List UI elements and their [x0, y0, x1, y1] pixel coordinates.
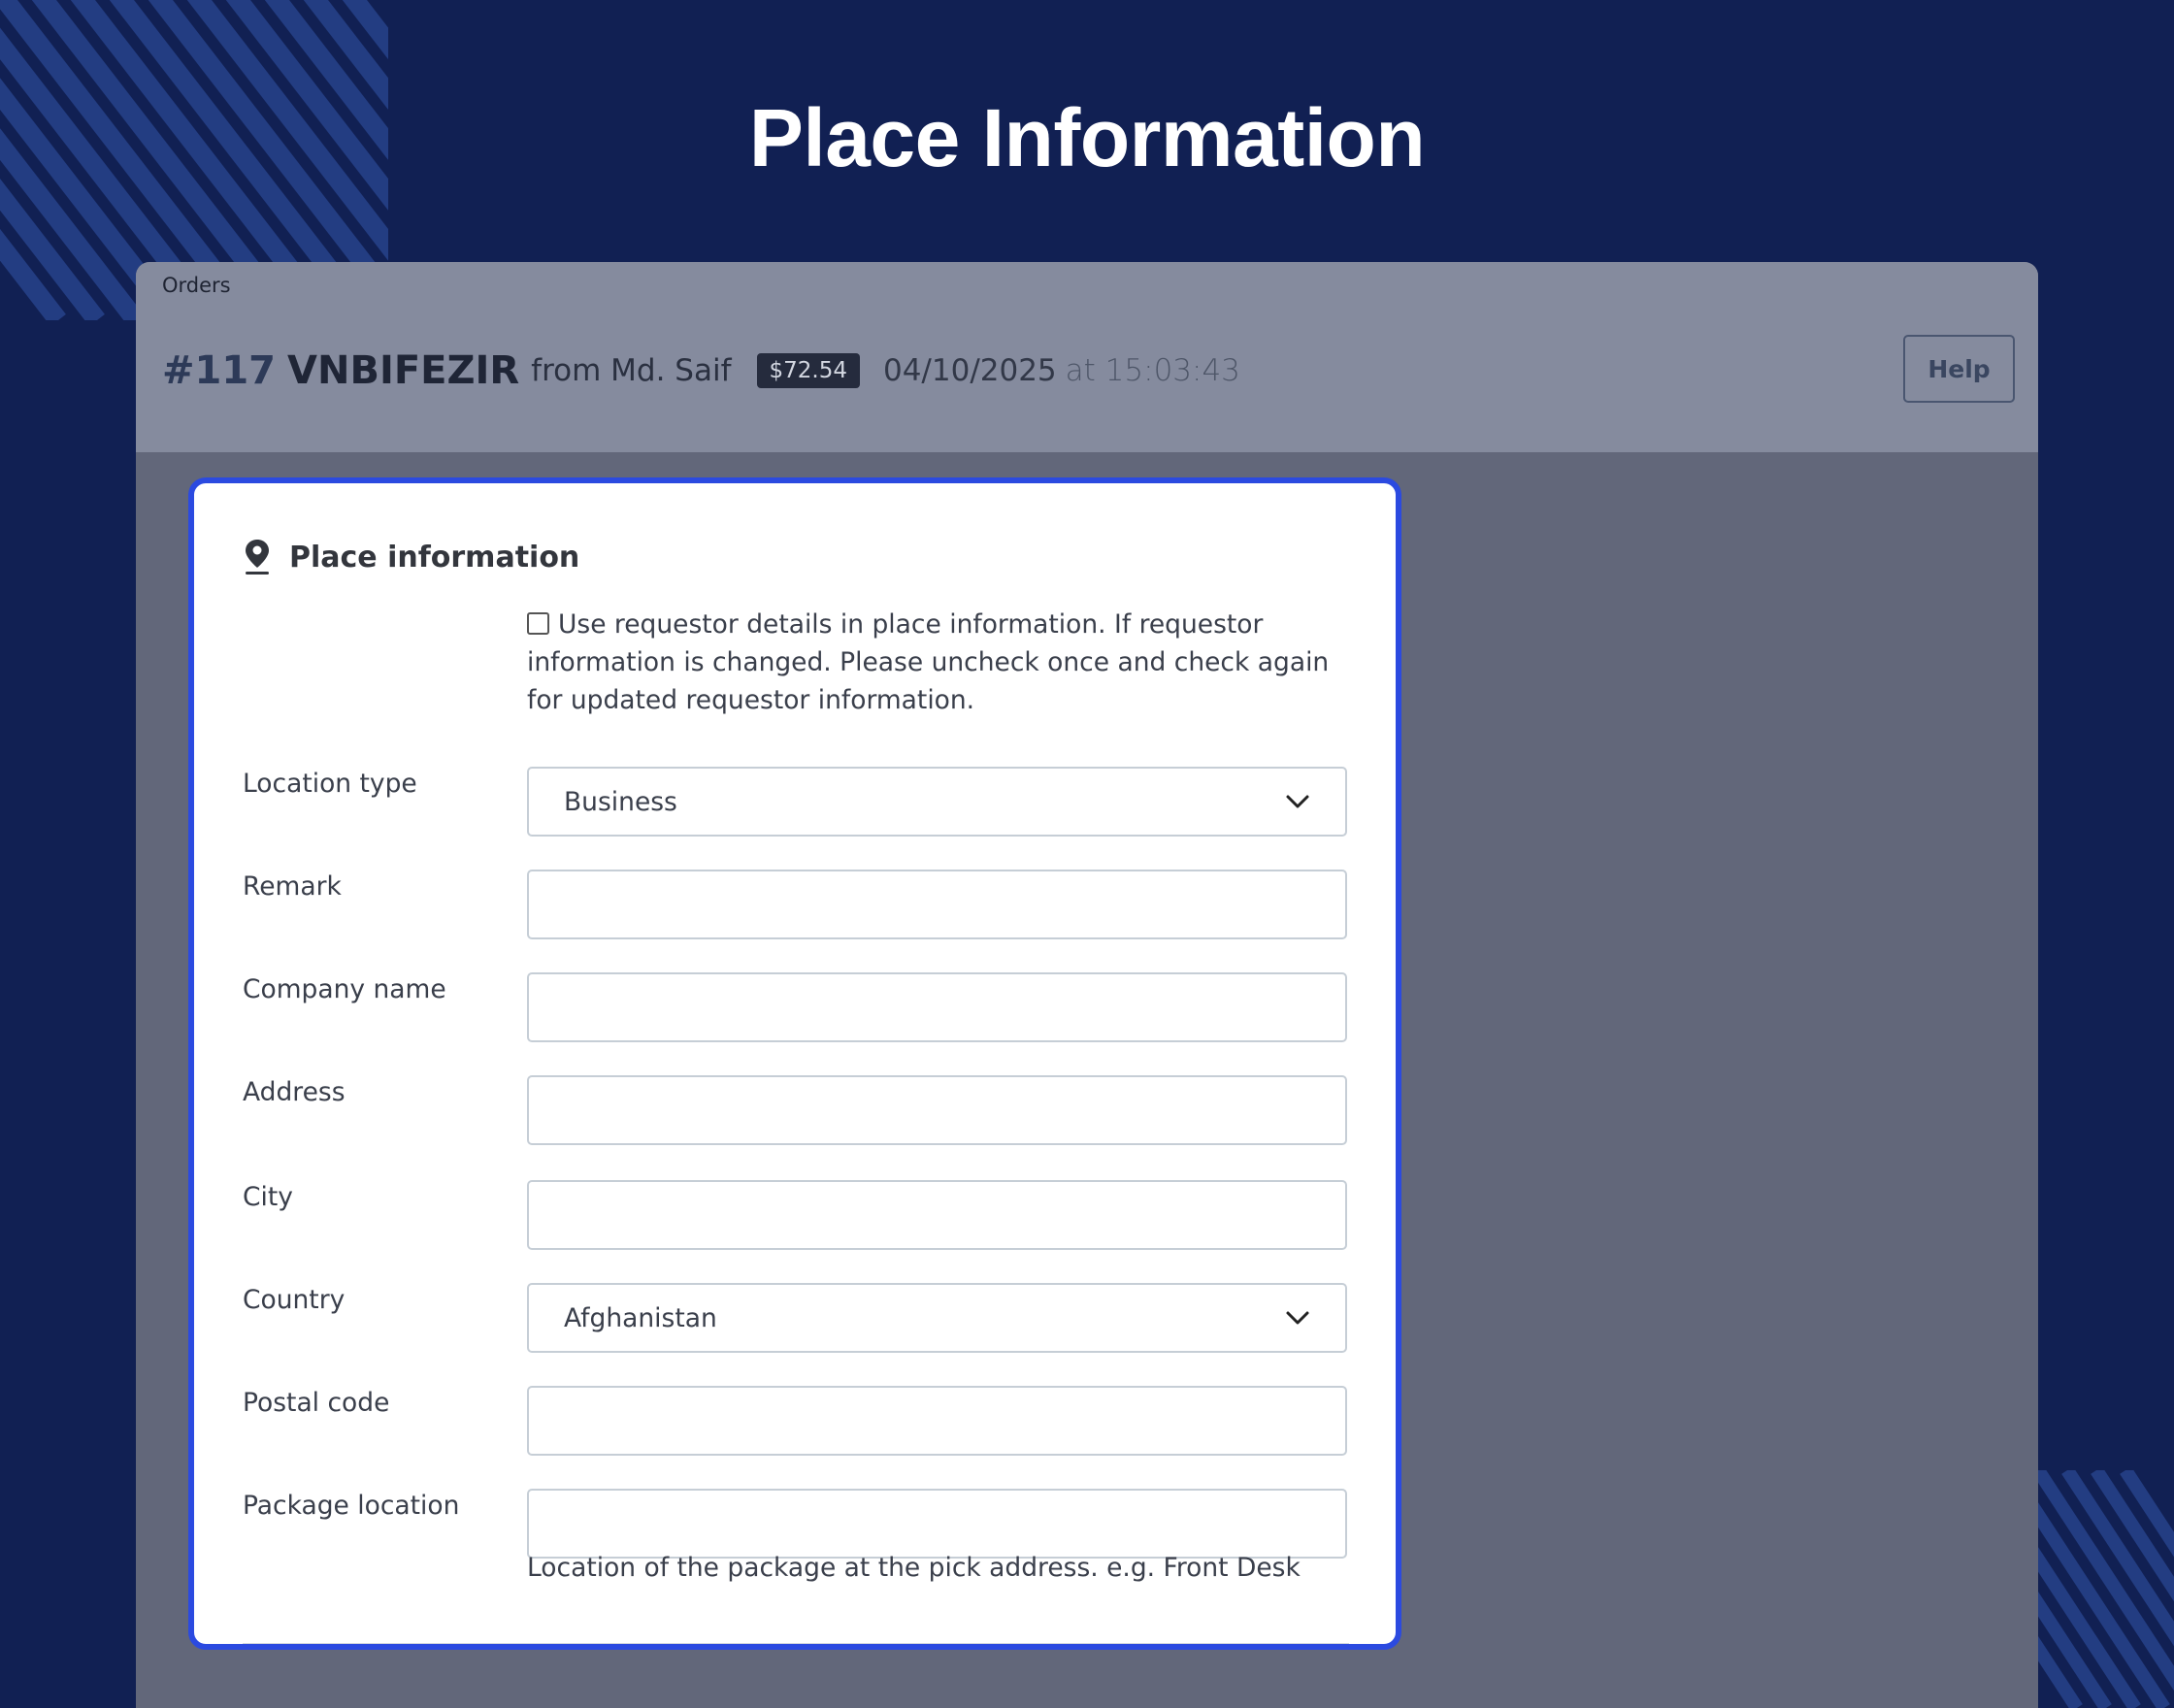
- order-code: VNBIFEZIR: [287, 348, 520, 393]
- address-input[interactable]: [527, 1075, 1347, 1145]
- remark-input[interactable]: [527, 870, 1347, 939]
- card-title: Place information: [289, 540, 580, 575]
- location-type-label: Location type: [243, 769, 417, 799]
- decorative-stripes-bottom-right: [2019, 1470, 2174, 1708]
- page-title: Place Information: [748, 92, 1426, 183]
- breadcrumb-orders[interactable]: Orders: [162, 274, 231, 297]
- package-location-input[interactable]: [527, 1489, 1347, 1559]
- company-name-input[interactable]: [527, 972, 1347, 1042]
- card-header: Place information: [243, 536, 579, 578]
- order-date: 04/10/2025: [882, 353, 1057, 388]
- price-badge: $72.54: [756, 353, 860, 388]
- package-location-label: Package location: [243, 1491, 460, 1521]
- country-select[interactable]: Afghanistan: [527, 1283, 1347, 1353]
- use-requestor-text: Use requestor details in place informati…: [527, 609, 1330, 715]
- order-summary-line: #117 VNBIFEZIR from Md. Saif $72.54 04/1…: [162, 344, 1240, 398]
- order-header: Orders #117 VNBIFEZIR from Md. Saif $72.…: [136, 262, 2038, 452]
- city-input[interactable]: [527, 1180, 1347, 1250]
- map-pin-icon: [243, 538, 272, 576]
- chevron-down-icon: [1285, 794, 1310, 809]
- city-label: City: [243, 1182, 293, 1212]
- order-time: at 15:03:43: [1065, 353, 1240, 388]
- postal-code-input[interactable]: [527, 1386, 1347, 1456]
- package-location-help: Location of the package at the pick addr…: [527, 1553, 1301, 1583]
- place-information-card: Place information Use requestor details …: [188, 477, 1401, 1650]
- country-value: Afghanistan: [564, 1302, 717, 1333]
- use-requestor-checkbox[interactable]: [527, 612, 549, 635]
- chevron-down-icon: [1285, 1310, 1310, 1326]
- remark-label: Remark: [243, 871, 342, 902]
- use-requestor-option: Use requestor details in place informati…: [527, 606, 1352, 719]
- company-name-label: Company name: [243, 974, 446, 1004]
- country-label: Country: [243, 1285, 346, 1315]
- divider: [243, 1643, 1349, 1644]
- postal-code-label: Postal code: [243, 1388, 390, 1418]
- location-type-select[interactable]: Business: [527, 767, 1347, 837]
- location-type-value: Business: [564, 786, 677, 817]
- order-requestor: from Md. Saif: [531, 353, 732, 388]
- order-number: #117: [162, 348, 277, 393]
- address-label: Address: [243, 1077, 346, 1107]
- help-button[interactable]: Help: [1903, 335, 2015, 403]
